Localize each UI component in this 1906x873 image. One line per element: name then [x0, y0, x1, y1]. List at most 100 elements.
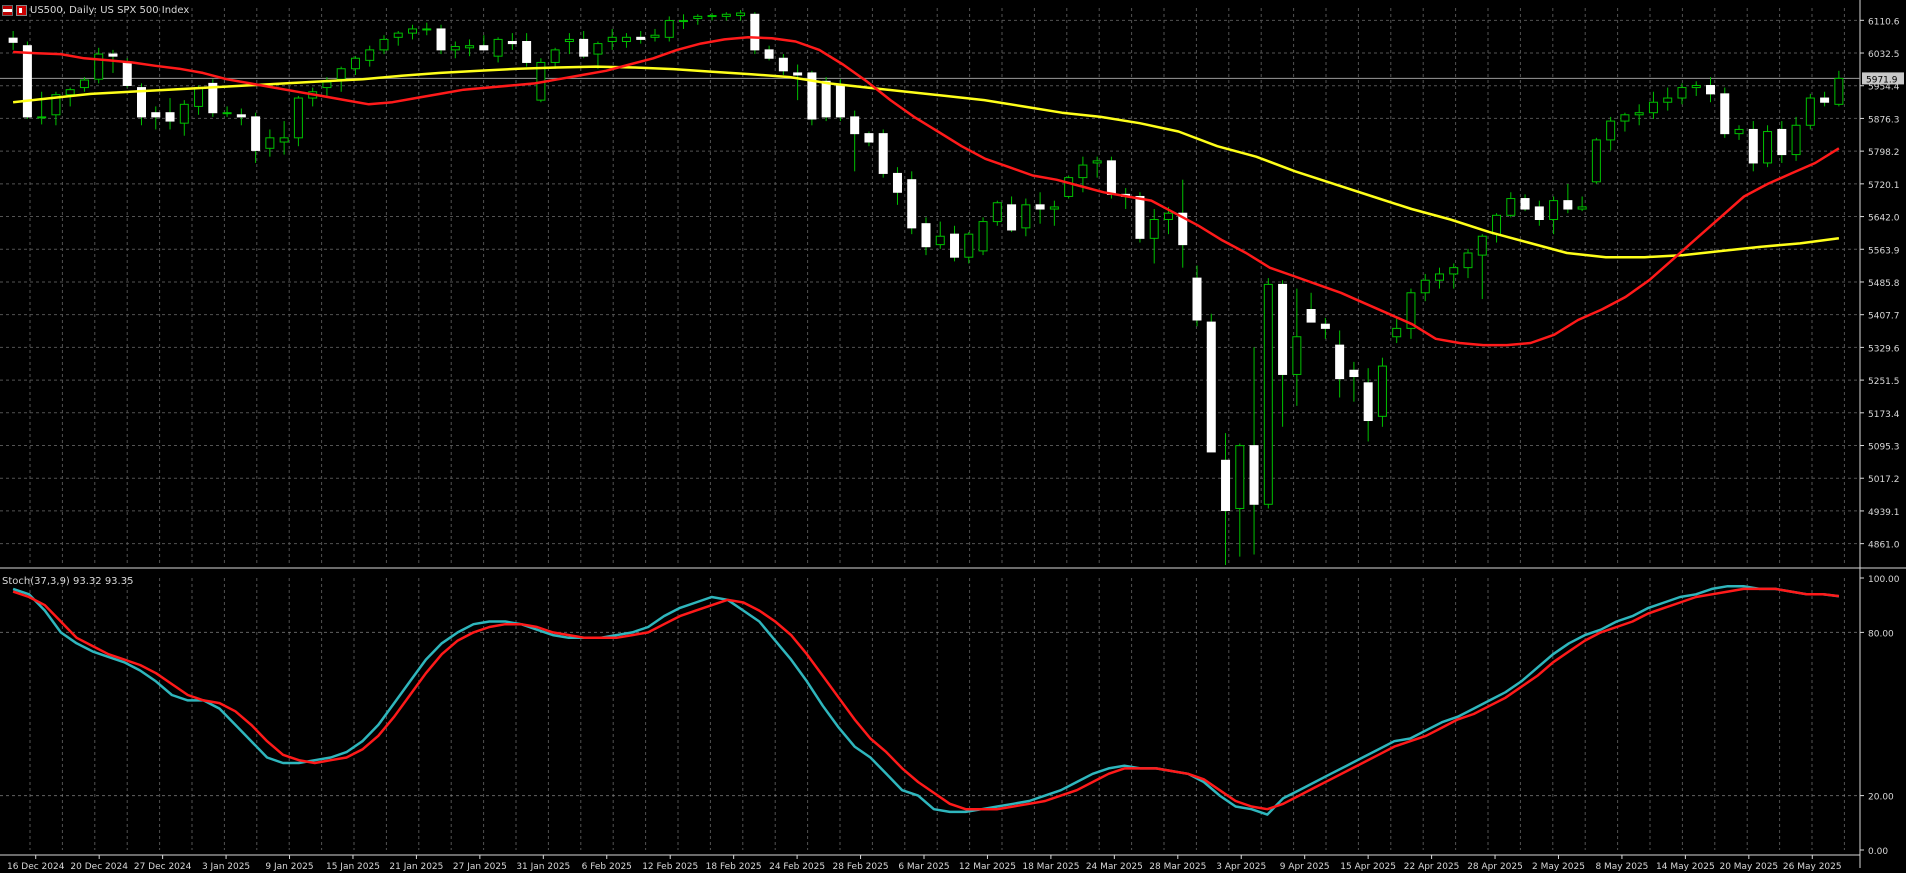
- candle-bull: [1292, 336, 1302, 375]
- candle-bear: [921, 223, 931, 248]
- candle-bear: [1534, 206, 1544, 220]
- candle-bear: [251, 116, 261, 151]
- candle-bear: [479, 45, 489, 51]
- candle-bear: [1192, 277, 1202, 321]
- candle-bull: [1149, 218, 1159, 239]
- time-axis-label: 28 Mar 2025: [1149, 862, 1206, 872]
- candle-bear: [835, 84, 845, 118]
- candle-bull: [1492, 214, 1502, 235]
- price-axis-label: 6032.5: [1868, 50, 1900, 60]
- candle-bull: [1648, 101, 1658, 114]
- candle-bear: [1748, 128, 1758, 164]
- price-axis-label: 4939.1: [1868, 508, 1900, 518]
- candle-bear: [878, 133, 888, 174]
- candle-bull: [1377, 365, 1387, 417]
- candle-bull: [1463, 252, 1473, 269]
- candle-bull: [1235, 445, 1245, 509]
- candle-bear: [1563, 200, 1573, 210]
- price-axis-label: 5798.2: [1868, 148, 1900, 158]
- candle-bull: [1606, 120, 1616, 141]
- time-axis-label: 21 Jan 2025: [389, 862, 443, 872]
- candle-bear: [1349, 369, 1359, 378]
- candle-bull: [550, 49, 560, 63]
- stoch-axis-label: 0.00: [1868, 847, 1888, 857]
- candle-bull: [593, 43, 603, 55]
- candle-bull: [650, 34, 660, 38]
- price-axis-label: 5251.5: [1868, 377, 1900, 387]
- candle-bear: [1520, 198, 1530, 210]
- candle-bear: [950, 233, 960, 258]
- candle-bull: [607, 36, 617, 43]
- candle-bull: [179, 103, 189, 124]
- candle-bear: [1278, 283, 1288, 375]
- time-axis-label: 28 Apr 2025: [1467, 862, 1523, 872]
- candle-bear: [1363, 382, 1373, 422]
- price-axis-label: 5329.6: [1868, 344, 1900, 354]
- candle-bull: [1064, 177, 1074, 197]
- candle-bear: [8, 37, 18, 43]
- candle-bull: [293, 97, 303, 139]
- candle-bull: [1663, 97, 1673, 103]
- time-axis-label: 20 Dec 2024: [70, 862, 128, 872]
- candle-bear: [1206, 321, 1216, 453]
- candle-bear: [1007, 204, 1017, 231]
- stochastic-label: Stoch(37,3,9) 93.32 93.35: [2, 576, 134, 587]
- time-axis-label: 18 Mar 2025: [1022, 862, 1079, 872]
- stoch-axis-label: 20.00: [1868, 793, 1894, 803]
- time-axis-label: 6 Mar 2025: [898, 862, 949, 872]
- chart-icon: [16, 4, 27, 16]
- candle-bull: [1049, 206, 1059, 210]
- time-axis-label: 12 Feb 2025: [642, 862, 698, 872]
- time-axis-label: 18 Feb 2025: [706, 862, 762, 872]
- price-axis-label: 5017.2: [1868, 475, 1900, 485]
- candle-bear: [1320, 323, 1330, 329]
- time-axis-label: 9 Apr 2025: [1280, 862, 1330, 872]
- candle-bull: [1834, 77, 1844, 105]
- candle-bull: [37, 116, 47, 119]
- candle-bull: [265, 137, 275, 149]
- candle-bull: [1506, 198, 1516, 216]
- time-axis-label: 31 Jan 2025: [516, 862, 570, 872]
- candle-bull: [1763, 131, 1773, 164]
- candle-bear: [793, 72, 803, 76]
- candle-bull: [978, 221, 988, 252]
- candle-bull: [222, 112, 232, 115]
- trading-chart[interactable]: 6110.66032.55954.45876.35798.25720.15642…: [0, 0, 1906, 873]
- candle-bear: [1221, 459, 1231, 512]
- candle-bear: [22, 45, 32, 118]
- candle-bull: [1434, 273, 1444, 281]
- time-axis-label: 26 May 2025: [1783, 862, 1842, 872]
- price-axis-label: 5642.0: [1868, 214, 1900, 224]
- candle-bear: [1035, 204, 1045, 210]
- candle-bull: [1691, 84, 1701, 89]
- candle-bear: [821, 80, 831, 118]
- candle-bear: [778, 57, 788, 72]
- candle-bull: [422, 28, 432, 31]
- time-axis-label: 9 Jan 2025: [265, 862, 313, 872]
- candle-bull: [707, 15, 717, 18]
- candle-bear: [1106, 160, 1116, 195]
- candle-bear: [1306, 309, 1316, 323]
- candle-bear: [750, 13, 760, 51]
- candle-bull: [365, 49, 375, 61]
- candle-bear: [522, 41, 532, 63]
- price-axis-label: 5563.9: [1868, 246, 1900, 256]
- time-axis-label: 15 Jan 2025: [326, 862, 380, 872]
- candle-bull: [65, 89, 75, 96]
- time-axis-label: 8 May 2025: [1595, 862, 1648, 872]
- candle-bull: [1577, 206, 1587, 210]
- candle-bull: [1449, 267, 1459, 275]
- time-axis-label: 28 Feb 2025: [833, 862, 889, 872]
- candle-bull: [94, 53, 104, 80]
- candle-bull: [1477, 235, 1487, 256]
- candle-bull: [379, 38, 389, 51]
- time-axis-label: 27 Dec 2024: [134, 862, 192, 872]
- candle-bear: [108, 53, 118, 57]
- candle-bull: [279, 137, 289, 143]
- candle-bull: [679, 20, 689, 23]
- candle-bull: [1791, 124, 1801, 156]
- candle-bull: [79, 79, 89, 89]
- time-axis-label: 3 Jan 2025: [202, 862, 250, 872]
- time-axis-label: 24 Feb 2025: [769, 862, 825, 872]
- candle-bear: [1135, 195, 1145, 239]
